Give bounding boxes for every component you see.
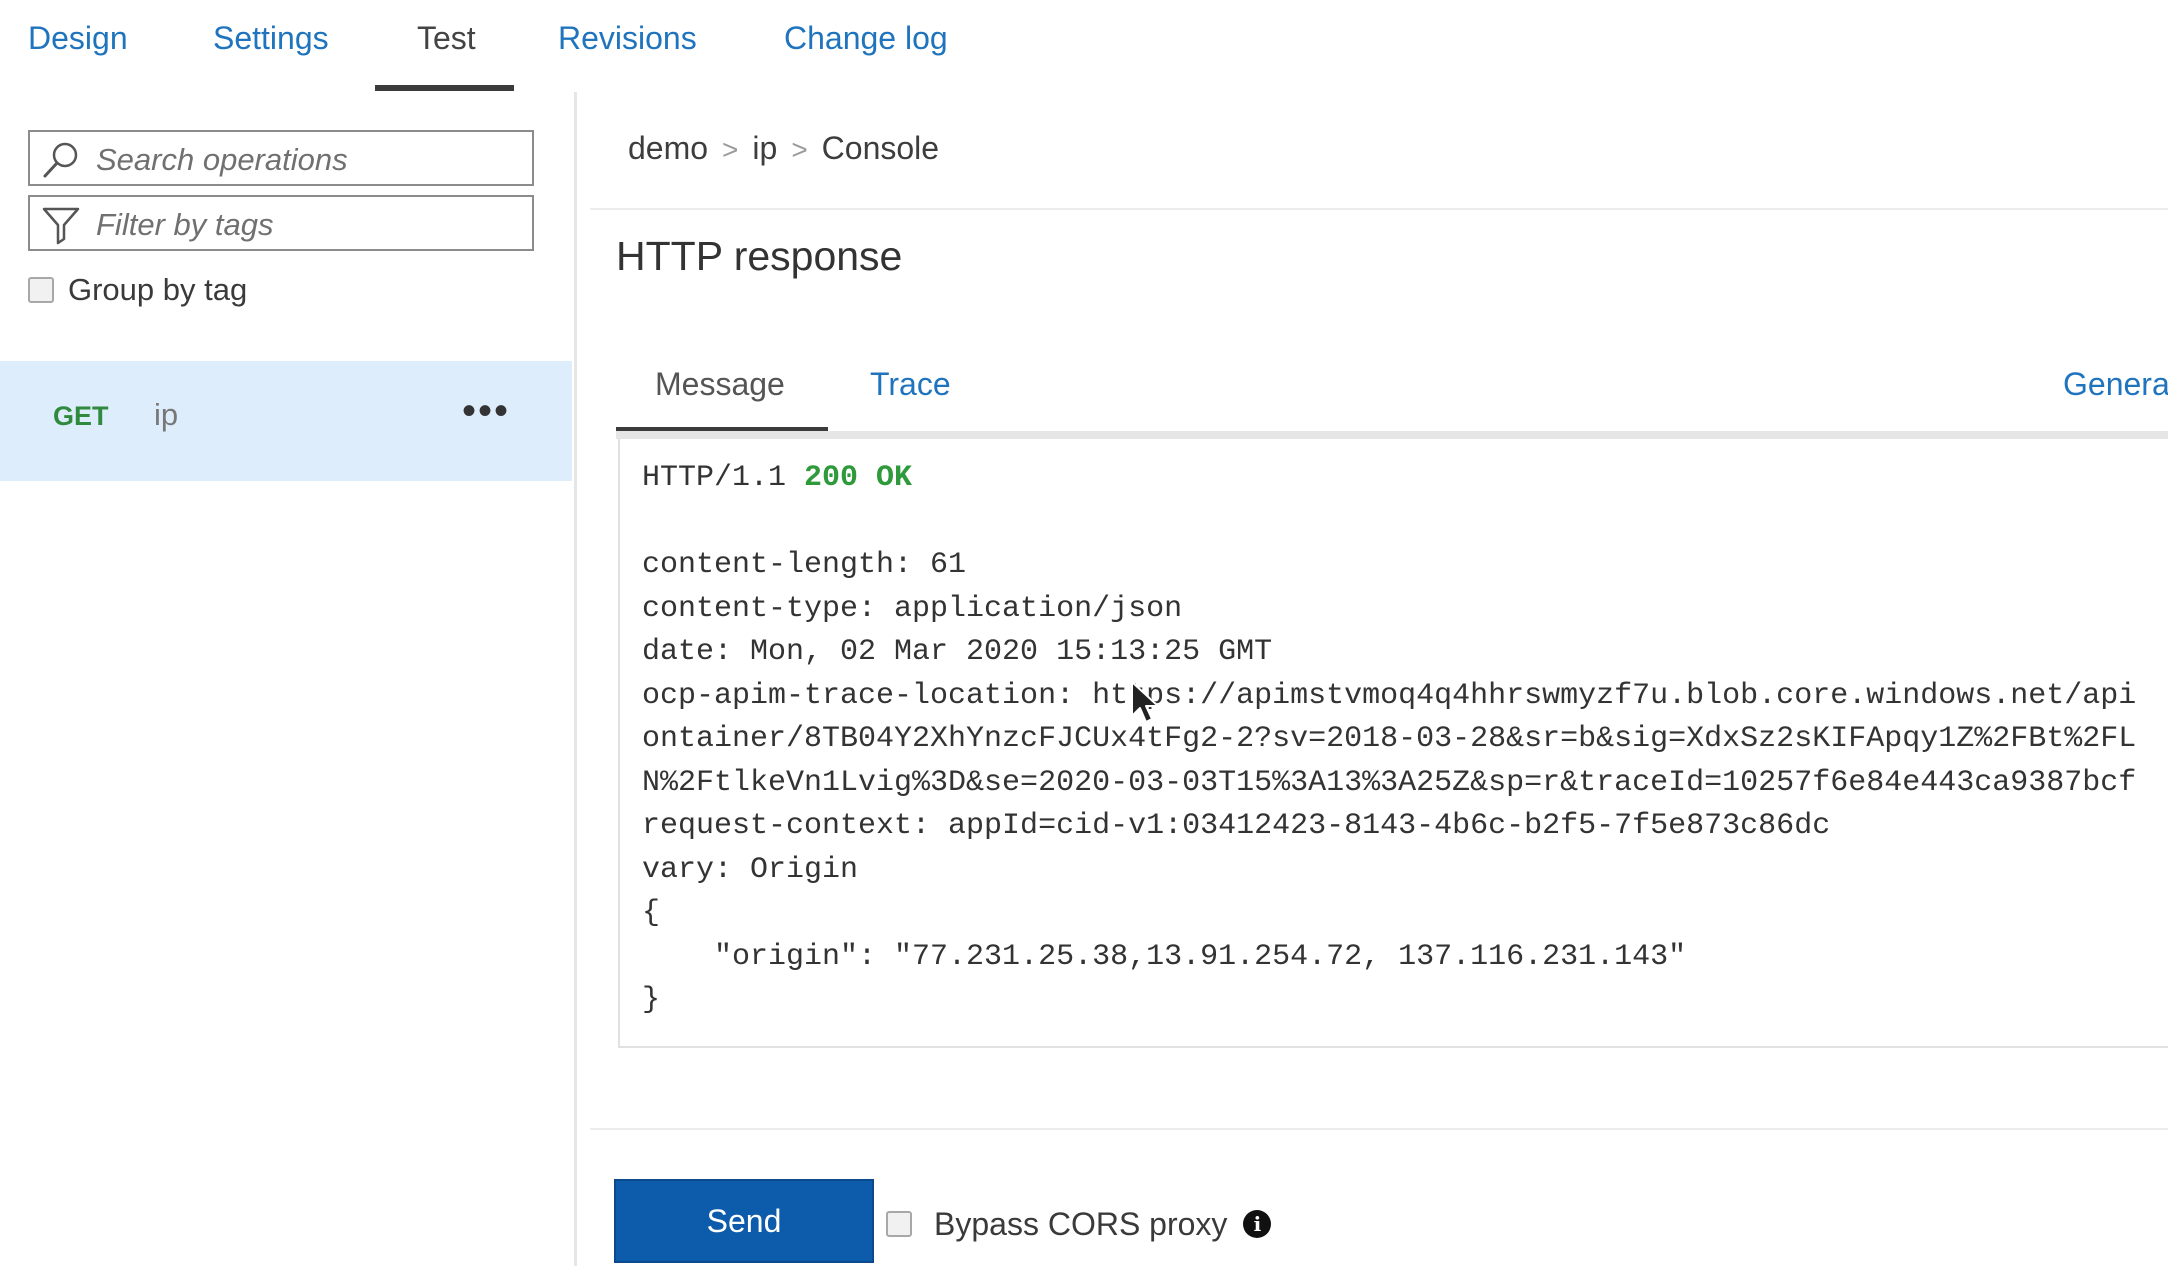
- response-line: ontainer/8TB04Y2XhYnzcFJCUx4tFg2-2?sv=20…: [642, 722, 2137, 756]
- response-line: ocp-apim-trace-location: https://apimstv…: [642, 678, 2137, 713]
- group-by-tag-checkbox[interactable]: [28, 277, 54, 303]
- breadcrumb-item-console: Console: [821, 130, 940, 166]
- group-by-tag-row: Group by tag: [28, 270, 247, 310]
- bypass-cors-checkbox[interactable]: [886, 1211, 912, 1237]
- filter-tags-input[interactable]: [94, 205, 528, 245]
- tab-design[interactable]: Design: [28, 20, 128, 57]
- http-response-title: HTTP response: [616, 233, 903, 279]
- tab-message[interactable]: Message: [655, 366, 785, 403]
- operation-method: GET: [53, 401, 109, 431]
- response-message-panel: HTTP/1.1 200 OK content-length: 61 conte…: [618, 439, 2168, 1048]
- search-icon: [43, 142, 78, 178]
- operation-name: ip: [154, 397, 179, 432]
- response-line: content-type: application/json: [642, 591, 1183, 626]
- divider: [590, 208, 2168, 210]
- response-message-text: HTTP/1.1 200 OK content-length: 61 conte…: [642, 457, 2136, 1023]
- breadcrumb-item-demo[interactable]: demo: [628, 130, 708, 166]
- bypass-cors-label: Bypass CORS proxy: [934, 1205, 1228, 1242]
- response-line: {: [642, 896, 661, 930]
- search-operations-box[interactable]: [28, 130, 534, 186]
- filter-tags-box[interactable]: [28, 195, 534, 251]
- bypass-cors-row: Bypass CORS proxy i: [886, 1204, 1272, 1244]
- breadcrumb-item-ip[interactable]: ip: [752, 130, 777, 166]
- response-tab-bar: Message Trace Genera: [616, 355, 2168, 435]
- response-line: content-length: 61: [642, 548, 967, 582]
- top-tab-bar: Design Settings Test Revisions Change lo…: [0, 0, 2168, 92]
- response-line: request-context: appId=cid-v1:03412423-8…: [642, 809, 1831, 843]
- tab-revisions[interactable]: Revisions: [558, 20, 697, 57]
- generate-link[interactable]: Genera: [2063, 366, 2168, 403]
- breadcrumb: demo > ip > Console: [628, 130, 939, 167]
- mouse-cursor-icon: [1131, 681, 1159, 723]
- response-line: date: Mon, 02 Mar 2020 15:13:25 GMT: [642, 635, 1273, 669]
- tab-settings[interactable]: Settings: [213, 20, 329, 57]
- filter-icon: [42, 207, 80, 245]
- tab-divider: [616, 431, 2168, 439]
- response-line: "origin": "77.231.25.38,13.91.254.72, 13…: [642, 939, 1687, 974]
- send-button[interactable]: Send: [614, 1179, 874, 1263]
- status-code: 200 OK: [804, 461, 913, 495]
- more-options-icon[interactable]: •••: [462, 391, 510, 431]
- response-line: vary: Origin: [642, 852, 859, 887]
- operation-item-get-ip[interactable]: GET ip •••: [0, 361, 572, 481]
- breadcrumb-separator: >: [722, 134, 739, 165]
- tab-change-log[interactable]: Change log: [784, 20, 948, 57]
- divider: [590, 1128, 2168, 1130]
- response-line: }: [642, 983, 661, 1017]
- status-protocol: HTTP/1.1: [642, 461, 787, 495]
- breadcrumb-separator: >: [791, 134, 808, 165]
- tab-test[interactable]: Test: [417, 20, 476, 57]
- operations-sidebar: Group by tag GET ip •••: [0, 92, 577, 1266]
- response-line: N%2FtlkeVn1Lvig%3D&se=2020-03-03T15%3A13…: [642, 765, 2137, 800]
- group-by-tag-label: Group by tag: [68, 272, 248, 307]
- tab-trace[interactable]: Trace: [870, 366, 951, 403]
- info-icon[interactable]: i: [1243, 1210, 1272, 1238]
- search-operations-input[interactable]: [94, 140, 528, 180]
- active-tab-indicator: [375, 85, 514, 91]
